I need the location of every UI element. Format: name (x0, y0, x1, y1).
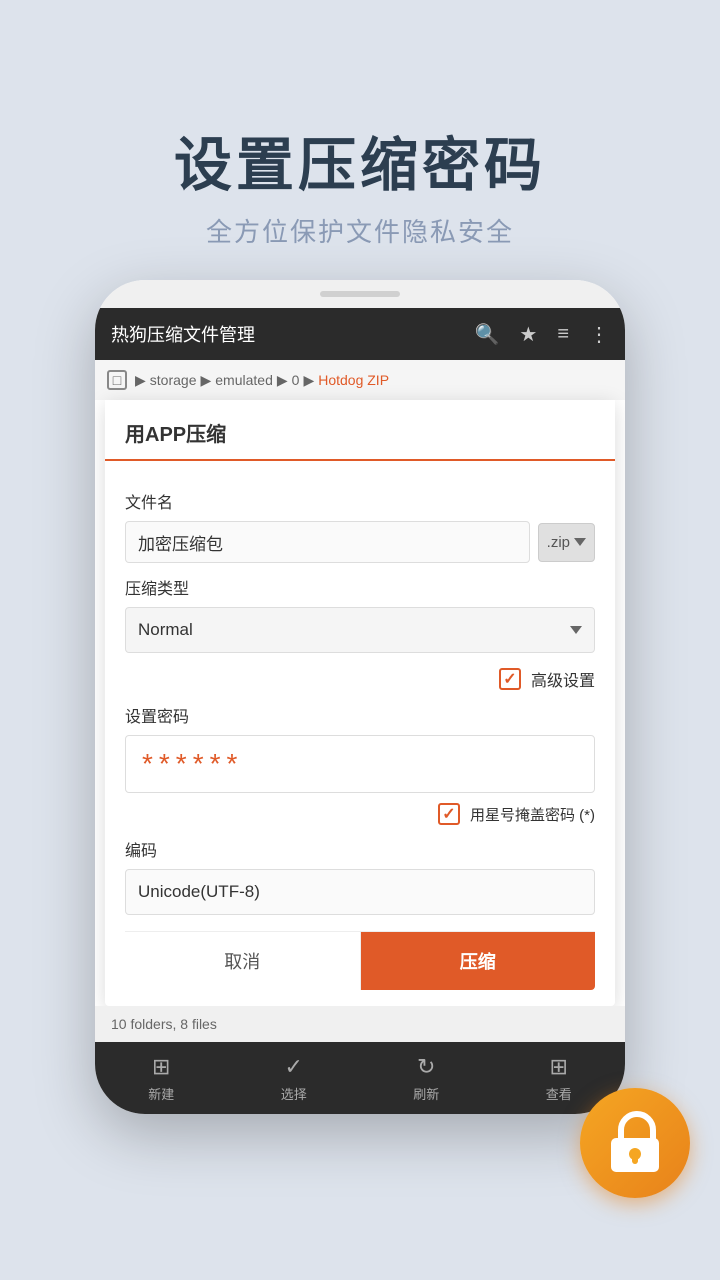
lock-overlay (580, 1088, 690, 1198)
compression-label: 压缩类型 (125, 575, 595, 599)
file-count: 10 folders, 8 files (111, 1016, 217, 1032)
breadcrumb-arrow: ▶ (135, 372, 146, 389)
nav-label-refresh: 刷新 (413, 1084, 439, 1103)
phone-speaker (95, 280, 625, 308)
advanced-checkbox[interactable]: ✓ (499, 668, 521, 690)
filename-label: 文件名 (125, 489, 595, 513)
breadcrumb-0: 0 (292, 372, 300, 388)
advanced-label: 高级设置 (531, 667, 595, 691)
select-icon: ✓ (285, 1054, 303, 1080)
nav-item-new[interactable]: ⊞ 新建 (148, 1054, 174, 1103)
bottom-nav: ⊞ 新建 ✓ 选择 ↻ 刷新 ⊞ 查看 (95, 1042, 625, 1114)
dialog-buttons: 取消 压缩 (125, 931, 595, 990)
breadcrumb-emulated: emulated (215, 372, 273, 388)
ext-badge[interactable]: .zip (538, 523, 595, 562)
star-icon[interactable]: ★ (519, 322, 537, 347)
phone-frame: 热狗压缩文件管理 🔍 ★ ≡ ⋮ □ ▶ storage ▶ emulated … (95, 280, 625, 1114)
advanced-row: ✓ 高级设置 (125, 667, 595, 691)
more-icon[interactable]: ⋮ (589, 322, 609, 347)
check-icon: ✓ (503, 669, 516, 689)
lock-icon (607, 1110, 663, 1176)
view-icon: ⊞ (550, 1054, 568, 1080)
nav-item-refresh[interactable]: ↻ 刷新 (413, 1054, 439, 1103)
status-bar: 10 folders, 8 files (95, 1006, 625, 1042)
mask-checkbox[interactable]: ✓ (438, 803, 460, 825)
dialog-title-bar: 用APP压缩 (105, 400, 615, 461)
nav-item-select[interactable]: ✓ 选择 (281, 1054, 307, 1103)
ext-chevron-icon (574, 538, 586, 546)
ext-label: .zip (547, 534, 570, 551)
breadcrumb-sep1: ▶ (200, 372, 211, 389)
mask-row: ✓ 用星号掩盖密码 (*) (125, 803, 595, 825)
compress-dialog: 用APP压缩 文件名 .zip 压缩类型 Normal (105, 400, 615, 1006)
speaker-bar (320, 291, 400, 297)
password-label: 设置密码 (125, 703, 595, 727)
breadcrumb-hotdog: Hotdog ZIP (318, 372, 389, 388)
filename-row: .zip (125, 521, 595, 563)
encoding-input[interactable]: Unicode(UTF-8) (125, 869, 595, 915)
cancel-button[interactable]: 取消 (125, 932, 361, 990)
nav-label-new: 新建 (148, 1084, 174, 1103)
dialog-body: 文件名 .zip 压缩类型 Normal ✓ (105, 461, 615, 1006)
app-title: 热狗压缩文件管理 (111, 321, 454, 347)
search-icon[interactable]: 🔍 (474, 322, 499, 347)
phone-mockup: 热狗压缩文件管理 🔍 ★ ≡ ⋮ □ ▶ storage ▶ emulated … (95, 280, 625, 1114)
encoding-value: Unicode(UTF-8) (138, 882, 260, 901)
sub-title: 全方位保护文件隐私安全 (206, 212, 514, 249)
new-icon: ⊞ (152, 1054, 170, 1080)
nav-label-select: 选择 (281, 1084, 307, 1103)
nav-label-view: 查看 (546, 1084, 572, 1103)
password-input[interactable] (125, 735, 595, 793)
breadcrumb: □ ▶ storage ▶ emulated ▶ 0 ▶ Hotdog ZIP (95, 360, 625, 400)
breadcrumb-sep2: ▶ (277, 372, 288, 389)
dialog-title: 用APP压缩 (125, 424, 226, 446)
compression-value: Normal (138, 620, 193, 640)
compress-button[interactable]: 压缩 (361, 932, 596, 990)
device-icon: □ (107, 370, 127, 390)
mask-check-icon: ✓ (442, 804, 455, 824)
breadcrumb-storage: storage (150, 372, 197, 388)
encoding-label: 编码 (125, 837, 595, 861)
nav-item-view[interactable]: ⊞ 查看 (546, 1054, 572, 1103)
refresh-icon: ↻ (417, 1054, 435, 1080)
filename-input[interactable] (125, 521, 530, 563)
app-bar: 热狗压缩文件管理 🔍 ★ ≡ ⋮ (95, 308, 625, 360)
mask-label: 用星号掩盖密码 (*) (470, 804, 595, 825)
compression-chevron-icon (570, 626, 582, 634)
compression-dropdown[interactable]: Normal (125, 607, 595, 653)
breadcrumb-sep3: ▶ (303, 372, 314, 389)
main-title: 设置压缩密码 (174, 131, 546, 201)
menu-icon[interactable]: ≡ (557, 323, 569, 346)
